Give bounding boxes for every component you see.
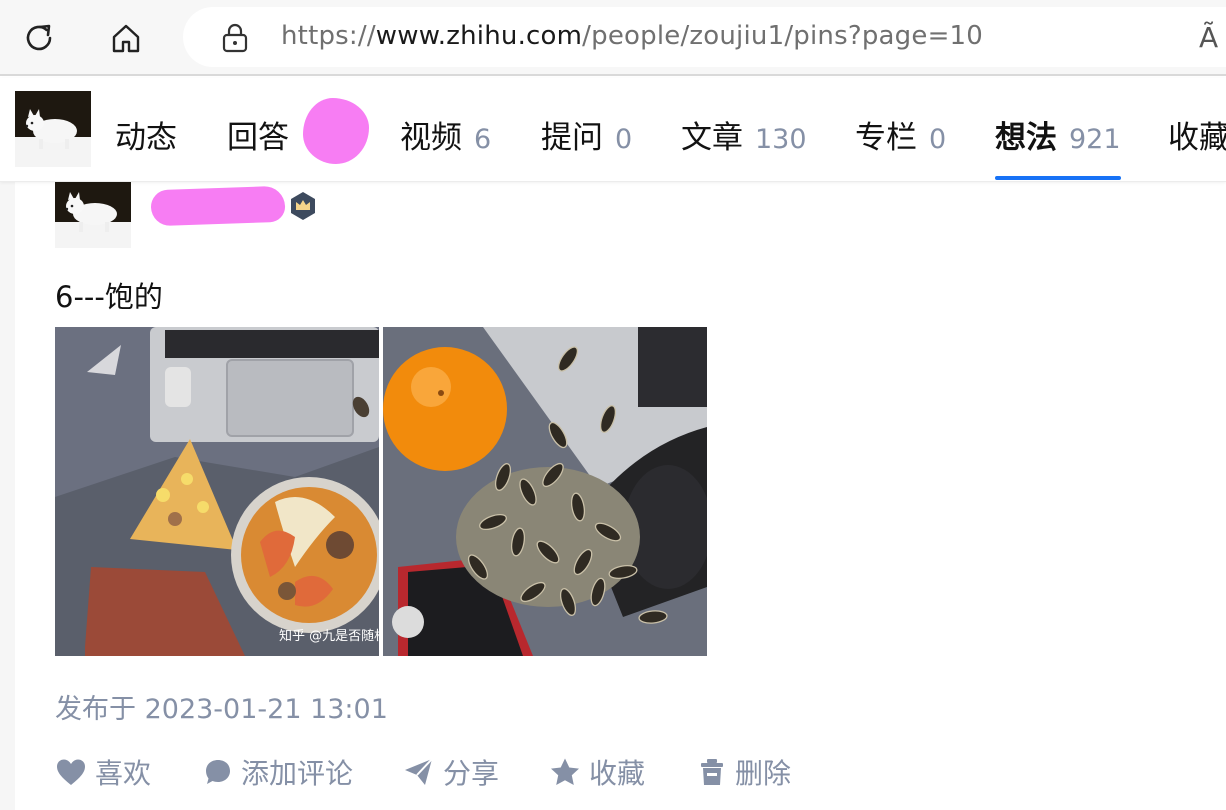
browser-toolbar: https://www.zhihu.com/people/zoujiu1/pin…: [0, 0, 1226, 76]
tab-thoughts[interactable]: 想法 921: [995, 112, 1121, 182]
url-host: www.zhihu.com: [375, 21, 583, 51]
tab-dongtai[interactable]: 动态: [115, 112, 177, 182]
reload-icon: [26, 24, 52, 51]
send-icon: [405, 758, 433, 785]
tab-label: 视频: [400, 120, 462, 156]
star-icon: [551, 758, 579, 785]
tab-label: 专栏: [855, 120, 917, 156]
avatar[interactable]: [15, 91, 91, 167]
tab-videos[interactable]: 视频 6: [400, 112, 491, 182]
favorite-button[interactable]: 收藏: [549, 752, 645, 792]
tab-label: 文章: [681, 120, 743, 156]
pin-image[interactable]: 知乎 @九是否随机: [55, 327, 379, 656]
watermark-text: 知乎 @九是否随机: [279, 628, 379, 644]
pin-card: 6---饱的 知乎 @九是否随机 发布于 2023-01-21 13:01 喜欢…: [15, 182, 1226, 810]
url-text[interactable]: https://www.zhihu.com/people/zoujiu1/pin…: [281, 21, 983, 51]
tab-answers[interactable]: 回答: [227, 112, 289, 182]
author-name-redacted[interactable]: [150, 185, 286, 227]
tab-count: 6: [474, 124, 492, 155]
comment-label: 添加评论: [241, 757, 354, 790]
comment-bubble-icon: [206, 760, 230, 784]
home-icon: [112, 24, 140, 53]
profile-tabs-header: 动态 回答 视频 6 提问 0 文章 130 专栏 0 想法 921 收藏: [0, 78, 1226, 182]
content-area: 6---饱的 知乎 @九是否随机 发布于 2023-01-21 13:01 喜欢…: [0, 182, 1226, 810]
share-button[interactable]: 分享: [403, 752, 499, 792]
home-button[interactable]: [102, 14, 150, 62]
favorite-label: 收藏: [589, 757, 646, 790]
like-button[interactable]: 喜欢: [55, 752, 151, 792]
tab-collections[interactable]: 收藏: [1168, 112, 1226, 182]
tab-count: 921: [1069, 124, 1121, 155]
lock-icon[interactable]: [221, 23, 249, 53]
tab-columns[interactable]: 专栏 0: [855, 112, 946, 182]
like-label: 喜欢: [95, 757, 152, 790]
tab-label: 回答: [227, 120, 289, 156]
crown-badge-icon[interactable]: [288, 191, 318, 221]
trash-icon: [701, 759, 723, 785]
comment-button[interactable]: 添加评论: [203, 752, 353, 792]
tab-label: 提问: [541, 120, 603, 156]
active-tab-indicator: [995, 176, 1121, 180]
pin-image[interactable]: [383, 327, 707, 656]
tab-count: 0: [929, 124, 947, 155]
tab-articles[interactable]: 文章 130: [681, 112, 807, 182]
heart-icon: [57, 759, 85, 785]
pin-text: 6---饱的: [55, 280, 163, 314]
tab-questions[interactable]: 提问 0: [541, 112, 632, 182]
read-aloud-icon[interactable]: Ã: [1199, 21, 1218, 54]
tab-label: 想法: [995, 120, 1057, 156]
reload-button[interactable]: [15, 14, 63, 62]
tab-count: 130: [755, 124, 807, 155]
delete-label: 删除: [735, 757, 792, 790]
url-path: /people/zoujiu1/pins?page=10: [582, 21, 984, 51]
tab-label: 动态: [115, 120, 177, 156]
delete-button[interactable]: 删除: [697, 752, 791, 792]
address-bar[interactable]: https://www.zhihu.com/people/zoujiu1/pin…: [183, 7, 1226, 67]
tab-count: 0: [615, 124, 633, 155]
publish-time[interactable]: 发布于 2023-01-21 13:01: [55, 687, 388, 726]
author-avatar[interactable]: [55, 182, 131, 248]
tab-label: 收藏: [1168, 120, 1226, 156]
share-label: 分享: [443, 757, 500, 790]
redaction-mark: [303, 98, 369, 164]
url-scheme: https://: [281, 21, 376, 51]
